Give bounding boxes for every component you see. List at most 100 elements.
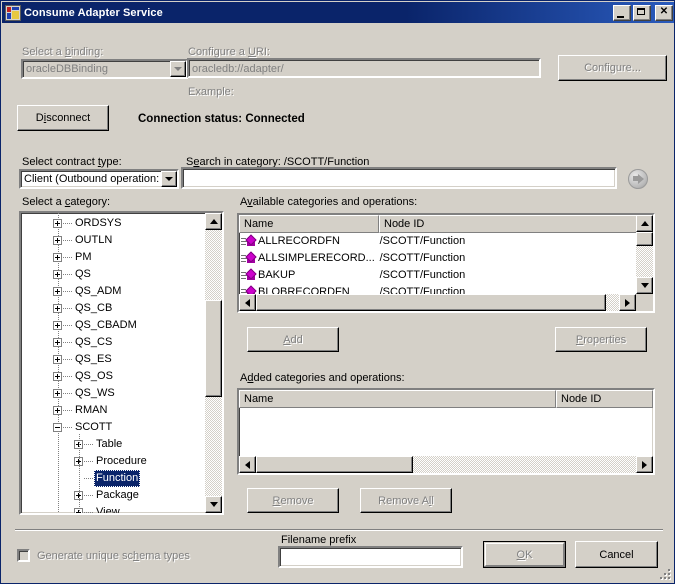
table-row[interactable]: ALLSIMPLERECORD... /SCOTT/Function bbox=[239, 250, 636, 267]
add-button[interactable]: Add bbox=[247, 327, 339, 352]
tree-node[interactable]: SCOTT bbox=[21, 419, 205, 436]
filename-prefix-input[interactable] bbox=[278, 546, 463, 568]
tree-node-label[interactable]: Package bbox=[94, 487, 141, 504]
plus-icon[interactable] bbox=[53, 372, 62, 381]
tree-node[interactable]: QS_ADM bbox=[21, 283, 205, 300]
scroll-thumb[interactable] bbox=[256, 294, 606, 311]
tree-node-label[interactable]: QS_ADM bbox=[73, 283, 123, 300]
tree-node-label[interactable]: QS_CS bbox=[73, 334, 114, 351]
tree-node-label[interactable]: QS_CBADM bbox=[73, 317, 139, 334]
title-bar[interactable]: Consume Adapter Service ✕ bbox=[2, 2, 674, 23]
table-row[interactable]: ALLRECORDFN/SCOTT/Function bbox=[239, 233, 636, 250]
go-arrow-icon[interactable] bbox=[628, 169, 648, 189]
added-list-hscrollbar[interactable] bbox=[239, 456, 653, 473]
tree-node[interactable]: Package bbox=[21, 487, 205, 504]
tree-node[interactable]: Procedure bbox=[21, 453, 205, 470]
scroll-left-button[interactable] bbox=[239, 456, 256, 473]
disconnect-button[interactable]: Disconnect bbox=[17, 105, 109, 131]
tree-node-label[interactable]: Table bbox=[94, 436, 124, 453]
tree-node[interactable]: RMAN bbox=[21, 402, 205, 419]
available-list-vscrollbar[interactable] bbox=[636, 215, 653, 294]
maximize-icon[interactable] bbox=[633, 4, 651, 21]
tree-node[interactable]: PM bbox=[21, 249, 205, 266]
plus-icon[interactable] bbox=[53, 253, 62, 262]
plus-icon[interactable] bbox=[53, 236, 62, 245]
scroll-thumb[interactable] bbox=[636, 232, 653, 246]
chevron-down-icon[interactable] bbox=[170, 61, 186, 77]
close-icon[interactable]: ✕ bbox=[655, 4, 673, 21]
available-col-nodeid[interactable]: Node ID bbox=[379, 215, 640, 233]
search-input[interactable] bbox=[181, 167, 617, 189]
category-tree[interactable]: ORDSYS OUTLN PM QS QS_ADM QS_CB QS_CBADM QS_CS Q… bbox=[19, 211, 224, 515]
scroll-right-button[interactable] bbox=[619, 294, 636, 311]
cancel-button[interactable]: Cancel bbox=[575, 541, 658, 568]
tree-node-label[interactable]: QS bbox=[73, 266, 93, 283]
added-col-name[interactable]: Name bbox=[239, 390, 556, 408]
plus-icon[interactable] bbox=[53, 270, 62, 279]
scroll-up-button[interactable] bbox=[636, 215, 653, 232]
tree-node[interactable]: QS_CBADM bbox=[21, 317, 205, 334]
contract-type-combo[interactable]: Client (Outbound operation: bbox=[19, 169, 179, 189]
scroll-right-button[interactable] bbox=[636, 456, 653, 473]
tree-node[interactable]: OUTLN bbox=[21, 232, 205, 249]
tree-node[interactable]: QS bbox=[21, 266, 205, 283]
tree-node-label[interactable]: Function bbox=[94, 470, 141, 487]
tree-node[interactable]: QS_WS bbox=[21, 385, 205, 402]
tree-node[interactable]: ORDSYS bbox=[21, 215, 205, 232]
properties-button[interactable]: Properties bbox=[555, 327, 647, 352]
plus-icon[interactable] bbox=[53, 406, 62, 415]
scroll-thumb[interactable] bbox=[205, 300, 222, 397]
added-label: Added categories and operations: bbox=[240, 372, 405, 384]
plus-icon[interactable] bbox=[53, 338, 62, 347]
chevron-down-icon[interactable] bbox=[161, 171, 177, 187]
plus-icon[interactable] bbox=[53, 304, 62, 313]
minus-icon[interactable] bbox=[53, 423, 62, 432]
tree-node[interactable]: QS_CS bbox=[21, 334, 205, 351]
tree-node-label[interactable]: QS_ES bbox=[73, 351, 114, 368]
minimize-icon[interactable] bbox=[613, 4, 631, 21]
configure-button[interactable]: Configure... bbox=[558, 55, 667, 81]
tree-node[interactable]: QS_ES bbox=[21, 351, 205, 368]
uri-input[interactable]: oracledb://adapter/ bbox=[187, 58, 541, 78]
tree-node-label[interactable]: OUTLN bbox=[73, 232, 114, 249]
tree-trunk-line bbox=[79, 434, 81, 511]
scroll-thumb[interactable] bbox=[256, 456, 413, 473]
available-list[interactable]: Name Node ID ALLRECORDFN/SCOTT/Function A… bbox=[237, 213, 655, 313]
available-col-name[interactable]: Name bbox=[239, 215, 379, 233]
plus-icon[interactable] bbox=[53, 219, 62, 228]
scroll-left-button[interactable] bbox=[239, 294, 256, 311]
plus-icon[interactable] bbox=[53, 389, 62, 398]
table-row[interactable]: BAKUP/SCOTT/Function bbox=[239, 267, 636, 284]
plus-icon[interactable] bbox=[53, 287, 62, 296]
tree-node-label[interactable]: RMAN bbox=[73, 402, 109, 419]
tree-node[interactable]: View bbox=[21, 504, 205, 513]
generate-unique-schema-checkbox[interactable] bbox=[17, 549, 30, 562]
ok-button[interactable]: OK bbox=[483, 541, 566, 568]
tree-node[interactable]: Function bbox=[21, 470, 205, 487]
scroll-down-button[interactable] bbox=[205, 496, 222, 513]
tree-node-label[interactable]: QS_OS bbox=[73, 368, 115, 385]
scroll-up-button[interactable] bbox=[205, 213, 222, 230]
tree-node-label[interactable]: QS_WS bbox=[73, 385, 117, 402]
tree-node-label[interactable]: View bbox=[94, 504, 122, 513]
added-col-nodeid[interactable]: Node ID bbox=[556, 390, 653, 408]
scroll-down-button[interactable] bbox=[636, 277, 653, 294]
tree-node-label[interactable]: Procedure bbox=[94, 453, 149, 470]
tree-node[interactable]: QS_OS bbox=[21, 368, 205, 385]
tree-node-label[interactable]: QS_CB bbox=[73, 300, 114, 317]
category-tree-vscrollbar[interactable] bbox=[205, 213, 222, 513]
added-list[interactable]: Name Node ID bbox=[237, 388, 655, 475]
remove-all-button[interactable]: Remove All bbox=[360, 488, 452, 513]
plus-icon[interactable] bbox=[53, 355, 62, 364]
tree-node-label[interactable]: ORDSYS bbox=[73, 215, 123, 232]
binding-combo[interactable]: oracleDBBinding bbox=[21, 59, 188, 79]
tree-node-label[interactable]: PM bbox=[73, 249, 94, 266]
resize-grip-icon[interactable] bbox=[658, 567, 672, 581]
available-list-hscrollbar[interactable] bbox=[239, 294, 636, 311]
remove-button[interactable]: Remove bbox=[247, 488, 339, 513]
plus-icon[interactable] bbox=[53, 321, 62, 330]
tree-connector-line bbox=[63, 291, 72, 293]
tree-node[interactable]: Table bbox=[21, 436, 205, 453]
tree-node[interactable]: QS_CB bbox=[21, 300, 205, 317]
tree-connector-line bbox=[63, 240, 72, 242]
